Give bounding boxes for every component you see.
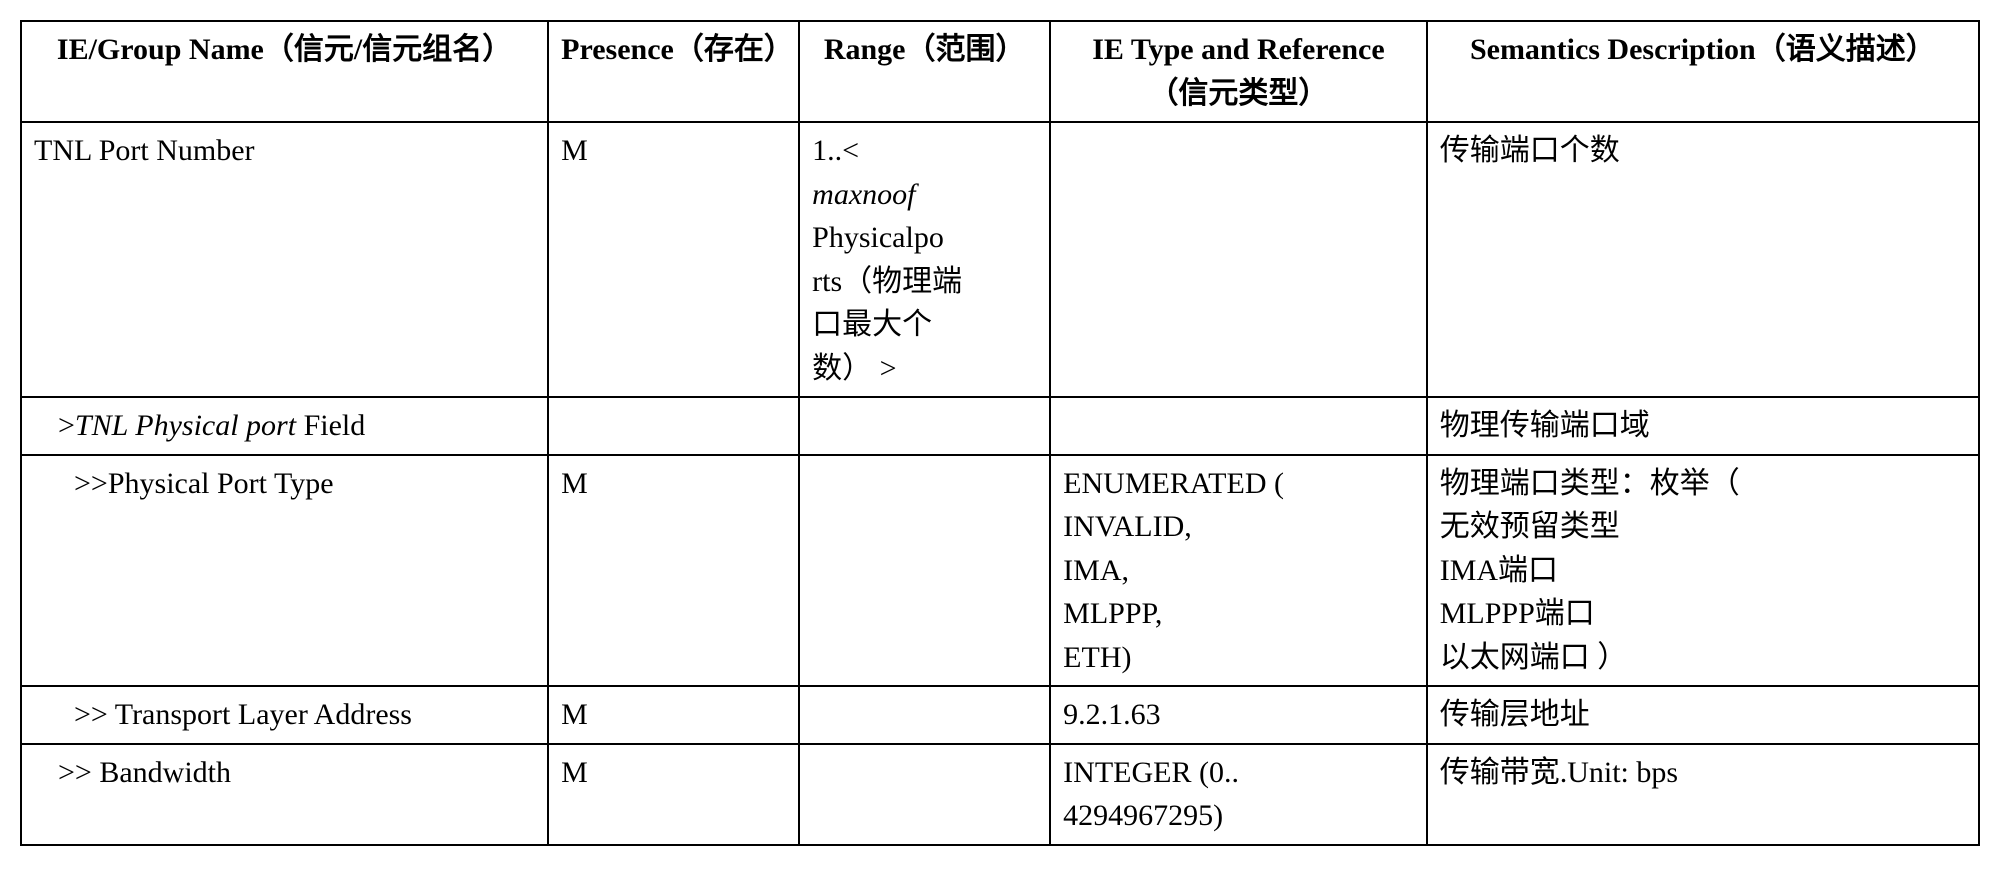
cell-semantics: 传输端口个数 (1427, 122, 1979, 397)
sem-line: 物理端口类型：枚举（ (1440, 467, 1740, 500)
name-suffix: Field (296, 409, 365, 442)
ie-spec-table: IE/Group Name（信元/信元组名） Presence（存在） Rang… (20, 20, 1980, 846)
cell-presence: M (548, 744, 799, 845)
table-row: >>Physical Port Type M ENUMERATED ( INVA… (21, 455, 1979, 687)
cell-semantics: 物理传输端口域 (1427, 397, 1979, 455)
header-range: Range（范围） (799, 21, 1050, 122)
cell-type: 9.2.1.63 (1050, 686, 1427, 744)
header-presence: Presence（存在） (548, 21, 799, 122)
cell-presence: M (548, 686, 799, 744)
range-text: rts（物理端 (812, 265, 962, 298)
table-row: TNL Port Number M 1..< maxnoof Physicalp… (21, 122, 1979, 397)
type-line: MLPPP, (1063, 597, 1162, 630)
table-row: >> Transport Layer Address M 9.2.1.63 传输… (21, 686, 1979, 744)
cell-name: TNL Port Number (21, 122, 548, 397)
cell-range (799, 397, 1050, 455)
cell-range (799, 455, 1050, 687)
cell-type: ENUMERATED ( INVALID, IMA, MLPPP, ETH) (1050, 455, 1427, 687)
type-line: 4294967295) (1063, 799, 1223, 832)
sem-line: IMA端口 (1440, 554, 1558, 587)
name-italic: TNL Physical port (75, 409, 296, 442)
header-ie-type: IE Type and Reference（信元类型） (1050, 21, 1427, 122)
header-semantics: Semantics Description（语义描述） (1427, 21, 1979, 122)
range-text: 1..< (812, 134, 859, 167)
name-wrapper: >TNL Physical port Field (34, 409, 365, 442)
range-text: Physicalpo (812, 221, 944, 254)
name-text: >> Transport Layer Address (34, 698, 412, 731)
cell-semantics: 传输带宽.Unit: bps (1427, 744, 1979, 845)
cell-type: INTEGER (0.. 4294967295) (1050, 744, 1427, 845)
cell-semantics: 传输层地址 (1427, 686, 1979, 744)
type-line: ETH) (1063, 641, 1131, 674)
table-row: >TNL Physical port Field 物理传输端口域 (21, 397, 1979, 455)
cell-name: >> Transport Layer Address (21, 686, 548, 744)
cell-presence (548, 397, 799, 455)
cell-presence: M (548, 122, 799, 397)
cell-range (799, 744, 1050, 845)
type-line: INVALID, (1063, 510, 1192, 543)
cell-range (799, 686, 1050, 744)
cell-range: 1..< maxnoof Physicalpo rts（物理端 口最大个 数） … (799, 122, 1050, 397)
cell-type (1050, 397, 1427, 455)
cell-presence: M (548, 455, 799, 687)
cell-semantics: 物理端口类型：枚举（ 无效预留类型 IMA端口 MLPPP端口 以太网端口 ） (1427, 455, 1979, 687)
type-line: ENUMERATED ( (1063, 467, 1284, 500)
name-text: >>Physical Port Type (34, 467, 334, 500)
name-text: >> Bandwidth (34, 756, 231, 789)
cell-type (1050, 122, 1427, 397)
range-text: 数） > (812, 352, 896, 385)
type-line: INTEGER (0.. (1063, 756, 1239, 789)
cell-name: >TNL Physical port Field (21, 397, 548, 455)
sem-line: MLPPP端口 (1440, 597, 1595, 630)
sem-line: 无效预留类型 (1440, 510, 1620, 543)
range-text: 口最大个 (812, 308, 932, 341)
header-ie-group-name: IE/Group Name（信元/信元组名） (21, 21, 548, 122)
table-header-row: IE/Group Name（信元/信元组名） Presence（存在） Rang… (21, 21, 1979, 122)
cell-name: >>Physical Port Type (21, 455, 548, 687)
type-line: IMA, (1063, 554, 1129, 587)
name-prefix: > (58, 409, 75, 442)
table-row: >> Bandwidth M INTEGER (0.. 4294967295) … (21, 744, 1979, 845)
cell-name: >> Bandwidth (21, 744, 548, 845)
range-italic: maxnoof (812, 178, 915, 211)
sem-line: 以太网端口 ） (1440, 641, 1628, 674)
